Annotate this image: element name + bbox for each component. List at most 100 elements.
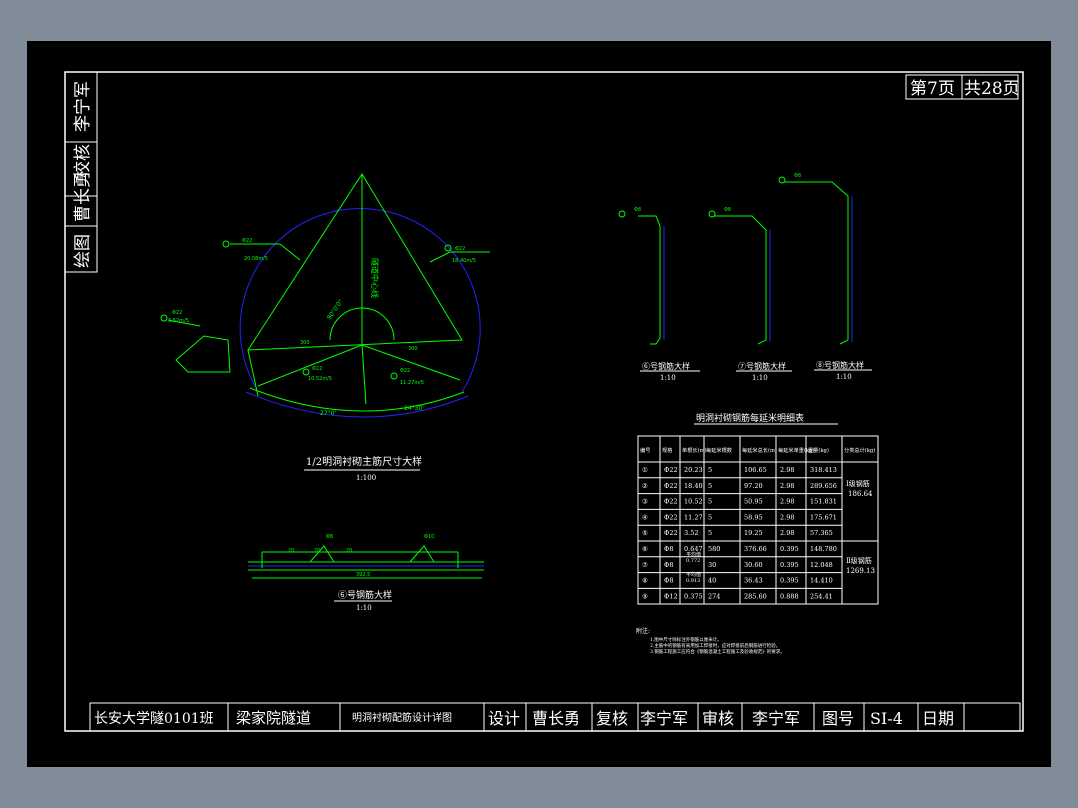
table-cell: Φ22 [664,498,678,506]
table-cell: 5 [708,482,712,490]
table-cell: 5 [708,513,712,521]
table-cell: 2.98 [780,466,794,474]
table-cell: 0.888 [780,592,799,600]
page-box: 第7页 共28页 [905,74,1020,100]
label-4-code: Φ22 [400,368,410,374]
table-cell: 175.671 [810,513,837,521]
table-header-1: 规格 [662,446,673,454]
tb-date-label: 日期 [922,709,954,728]
table-cell: 5 [708,466,712,474]
table-cell: 30 [708,561,716,569]
label-2-value: 18.40m/5 [452,258,476,264]
table-cell: 3.52 [684,529,698,537]
invert-arc [245,391,469,418]
label-4-value: 11.27m/5 [400,380,424,386]
detail-figure: Φ8 Φ10 20 20 20 392.5 ⑥号钢筋大样 1:10 [248,534,484,612]
small-fig-8-code: Φ8 [794,173,801,179]
table-header-4: 每延米总长(m) [742,446,777,454]
tb-drawing-no-label: 图号 [822,709,854,728]
triangle-geometry [247,173,463,351]
table-cell: 19.25 [744,529,763,537]
label-3-code: Φ22 [312,366,322,372]
table-header-6: 重量(kg) [808,446,829,454]
table-cell: 376.66 [744,545,767,553]
table-cell: 2.98 [780,498,794,506]
main-figure-title: 1/2明洞衬砌主筋尺寸大样 [306,455,422,468]
tb-approver: 李宁军 [752,709,800,728]
table-sub-value-2: 0.913 [686,578,700,584]
table-cell: 36.43 [744,577,763,585]
small-fig-8-scale: 1:10 [836,373,852,381]
table-group1-value: 186.64 [848,490,873,498]
detail-dim-a: 20 [288,548,294,554]
small-fig-8-title: ⑧号钢筋大样 [816,360,864,370]
note-line-1: 1.图中尺寸除标注外钢筋以厘米计。 [650,636,722,643]
table-cell: 274 [708,592,720,600]
center-line-label: 隧道中心线 [370,258,380,298]
table-cell: 148.780 [810,545,837,553]
table-cell: Φ22 [664,466,678,474]
table-header-3: 每延米根数 [706,446,733,454]
table-cell: 97.20 [744,482,763,490]
small-fig-6-code: Φ8 [634,207,641,213]
table-cell: Φ8 [664,577,673,585]
table-cell: 14.410 [810,577,833,585]
table-group2-label: Ⅱ级钢筋 [846,556,872,565]
notes: 附注: 1.图中尺寸除标注外钢筋以厘米计。 2.主筋中的钢筋有采用加工焊接时，应… [636,627,785,655]
note-line-2: 2.主筋中的钢筋有采用加工焊接时，应对焊接前后钢筋进行检验。 [650,642,780,649]
table-cell: Φ22 [664,529,678,537]
table-cell: 289.656 [810,482,837,490]
notes-title: 附注: [636,627,650,635]
table-cell: ② [642,482,648,490]
table-group1-label: Ⅰ级钢筋 [846,479,870,488]
label-2-code: Φ22 [455,246,465,252]
note-line-3: 3.钢筋工程施工应符合《钢筋混凝土工程施工及验收规范》的要求。 [650,648,785,655]
title-block: 长安大学隧0101班 梁家院隧道 明洞衬砌配筋设计详图 设计 曹长勇 复核 李宁… [89,702,1021,732]
small-fig-6-title: ⑥号钢筋大样 [642,361,690,371]
arc-dim-2: 24°30' [404,405,424,412]
callout-circle-4 [302,368,310,376]
outer-frame [64,71,1024,732]
table-cell: 11.27 [684,513,703,521]
table-cell: 0.395 [780,577,799,585]
tb-review-label: 复核 [596,709,628,728]
table-title: 明洞衬砌钢筋每延米明细表 [696,412,804,424]
table-cell: ⑤ [642,529,648,537]
table-cell: 580 [708,545,720,553]
table-cell: Φ8 [664,561,673,569]
table-cell: 2.98 [780,529,794,537]
table-cell: ⑧ [642,577,648,585]
detail-dim-b: 20 [314,548,320,554]
rebar-table: 明洞衬砌钢筋每延米明细表 Ⅰ级钢筋 186.64 Ⅱ级钢筋 1269.13 平均… [637,412,879,605]
callout-circle-5 [390,372,398,380]
tb-approve-label: 审核 [702,709,734,728]
small-fig-6-scale: 1:10 [660,374,676,382]
table-cell: 18.40 [684,482,703,490]
detail-code-1: Φ8 [326,534,333,540]
callout-circle-1 [222,240,230,248]
detail-code-2: Φ10 [424,534,434,540]
dim-2: 300 [408,346,418,352]
page-total: 共28页 [964,79,1020,99]
table-cell: 5 [708,498,712,506]
dim-1: 300 [300,340,310,346]
small-fig-7-code: Φ8 [724,207,731,213]
table-cell: ⑥ [642,545,648,553]
side-check-label: 校核 [73,144,93,178]
small-fig-7-title: ⑦号钢筋大样 [738,361,786,371]
table-cell: 0.395 [780,545,799,553]
table-header-0: 编号 [640,446,650,454]
main-arch-figure: 隧道中心线 90°0'0" Φ22 20.08m/5 Φ22 18.40m/5 … [160,173,490,482]
table-cell: 254.41 [810,592,833,600]
small-figure-7: Φ8 ⑦号钢筋大样 1:10 [708,207,792,382]
main-figure-scale: 1:100 [356,474,376,482]
table-cell: Φ12 [664,592,678,600]
tb-drawing-no: SI-4 [870,709,903,728]
table-cell: 106.65 [744,466,767,474]
table-cell: Φ8 [664,545,673,553]
angle-label: 90°0'0" [326,298,345,321]
tb-designer: 曹长勇 [532,709,580,728]
side-checker-name: 李宁军 [73,81,93,132]
table-cell: ④ [642,513,648,521]
tb-design-label: 设计 [488,709,520,728]
